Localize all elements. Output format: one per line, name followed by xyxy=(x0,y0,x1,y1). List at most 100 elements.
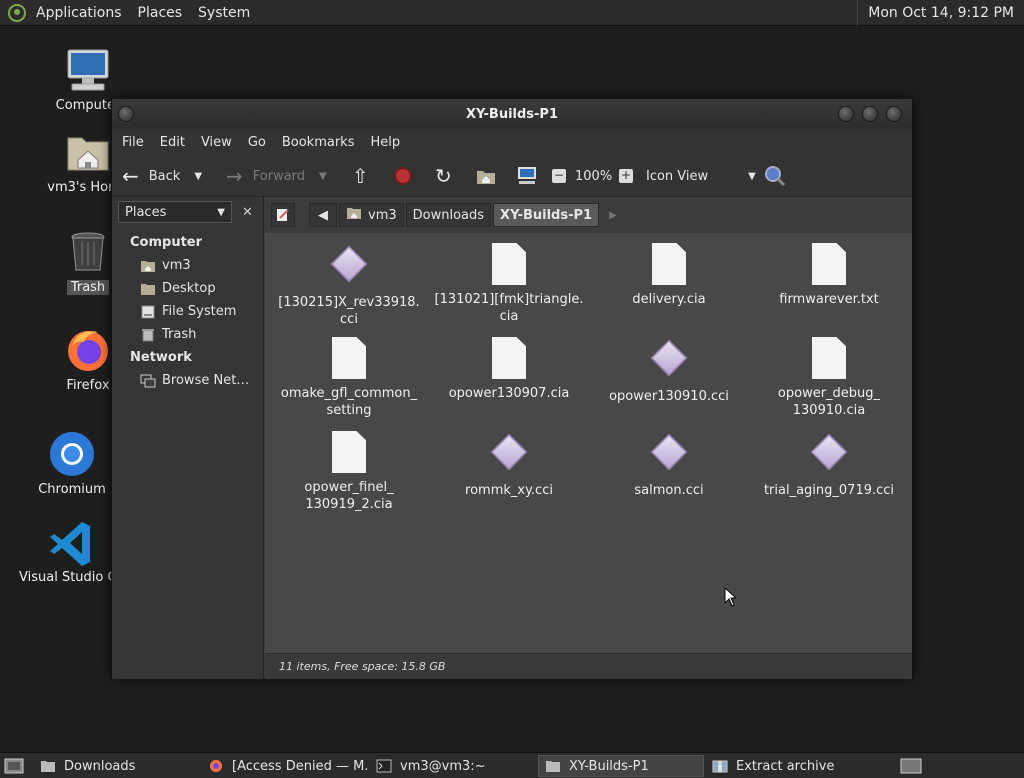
desktop-icon-vscode[interactable]: Visual Studio Code xyxy=(14,518,114,585)
file-item[interactable]: [130215]X_rev33918. cci xyxy=(269,243,429,328)
vscode-icon xyxy=(48,518,96,566)
breadcrumb-scroll-left-icon[interactable]: ◀ xyxy=(309,203,337,227)
zoom-out-icon: − xyxy=(552,168,566,183)
menu-view[interactable]: View xyxy=(193,135,240,150)
sidebar-item-trash[interactable]: Trash xyxy=(112,323,263,346)
desktop-icon-chromium[interactable]: Chromium xyxy=(22,430,122,497)
menu-edit[interactable]: Edit xyxy=(152,135,193,150)
zoom-out-button[interactable]: − xyxy=(552,161,566,191)
window-menu-icon[interactable] xyxy=(118,106,134,122)
file-item[interactable]: rommk_xy.cci xyxy=(429,431,589,499)
file-name: opower_finel_ 130919_2.cia xyxy=(304,480,394,512)
sidebar-item-label: Trash xyxy=(162,327,197,342)
system-menu[interactable]: System xyxy=(190,5,258,21)
menu-bookmarks[interactable]: Bookmarks xyxy=(274,135,363,150)
sidebar-section-network: Network xyxy=(130,350,192,365)
home-icon xyxy=(140,259,156,273)
file-name: opower130907.cia xyxy=(448,386,570,401)
zoom-in-button[interactable]: + xyxy=(619,161,633,191)
breadcrumb-downloads[interactable]: Downloads xyxy=(405,203,492,227)
folder-icon xyxy=(545,759,561,773)
desktop-icon-label: Visual Studio Code xyxy=(19,570,114,585)
sidebar-item-label: Browse Net… xyxy=(162,373,250,388)
zoom-level[interactable]: 100% xyxy=(575,161,612,191)
sidebar-header: Places ▼ ✕ xyxy=(112,197,263,227)
view-mode-dropdown-icon: ▼ xyxy=(748,170,756,182)
rom-file-icon xyxy=(330,245,368,288)
distro-logo-icon[interactable] xyxy=(8,3,26,22)
edit-location-icon[interactable] xyxy=(271,203,295,227)
places-menu[interactable]: Places xyxy=(130,5,191,21)
file-name: [130215]X_rev33918. cci xyxy=(278,295,420,327)
home-icon[interactable] xyxy=(476,161,496,191)
forward-button[interactable]: → Forward ▼ xyxy=(226,161,327,191)
file-name: trial_aging_0719.cci xyxy=(763,483,895,498)
file-item[interactable]: opower130910.cci xyxy=(589,337,749,405)
rom-file-icon xyxy=(810,433,848,476)
breadcrumb-scroll-right-icon[interactable]: ▶ xyxy=(609,210,617,221)
up-icon[interactable]: ⇧ xyxy=(352,161,369,191)
menu-help[interactable]: Help xyxy=(362,135,408,150)
view-mode-label: Icon View xyxy=(646,168,709,184)
desktop-icon xyxy=(140,282,156,296)
desktop-icon-label: Trash xyxy=(66,280,110,295)
places-select-label: Places xyxy=(125,204,167,220)
places-select[interactable]: Places ▼ xyxy=(118,201,232,223)
mouse-cursor-icon xyxy=(724,587,736,607)
maximize-button[interactable] xyxy=(862,106,878,122)
terminal-icon xyxy=(376,759,392,773)
show-desktop-icon[interactable] xyxy=(0,755,30,777)
task-xy-builds[interactable]: XY-Builds-P1 xyxy=(538,755,704,777)
breadcrumb-current[interactable]: XY-Builds-P1 xyxy=(493,203,600,227)
stop-icon[interactable] xyxy=(394,161,412,191)
back-button[interactable]: ← Back ▼ xyxy=(122,161,202,191)
places-dropdown-icon: ▼ xyxy=(217,206,225,218)
file-icon-view[interactable]: [130215]X_rev33918. cci [131021][fmk]tria… xyxy=(265,233,912,653)
computer-icon[interactable] xyxy=(516,161,538,191)
file-item[interactable]: opower_debug_ 130910.cia xyxy=(749,337,909,419)
sidebar-item-browse-network[interactable]: Browse Net… xyxy=(112,369,263,392)
task-downloads[interactable]: Downloads xyxy=(34,755,198,777)
chromium-icon xyxy=(48,430,96,478)
file-name: opower130910.cci xyxy=(609,389,729,404)
menu-go[interactable]: Go xyxy=(240,135,274,150)
file-item[interactable]: omake_gfl_common_ setting xyxy=(269,337,429,419)
folder-icon xyxy=(40,759,56,773)
workspace-switcher-icon[interactable] xyxy=(896,755,928,777)
reload-icon[interactable]: ↻ xyxy=(435,161,452,191)
forward-dropdown-icon[interactable]: ▼ xyxy=(319,171,327,182)
applications-menu[interactable]: Applications xyxy=(28,5,130,21)
drive-icon xyxy=(140,305,156,319)
search-icon[interactable] xyxy=(764,161,786,191)
firefox-icon xyxy=(208,759,224,773)
window-titlebar[interactable]: XY-Builds-P1 xyxy=(112,99,912,129)
task-label: XY-Builds-P1 xyxy=(569,758,649,774)
document-file-icon xyxy=(811,337,847,379)
minimize-button[interactable] xyxy=(838,106,854,122)
task-extract-archive[interactable]: Extract archive xyxy=(706,755,876,777)
file-item[interactable]: salmon.cci xyxy=(589,431,749,499)
breadcrumb-label: vm3 xyxy=(368,207,397,223)
sidebar-item-vm3[interactable]: vm3 xyxy=(112,254,263,277)
sidebar-item-file-system[interactable]: File System xyxy=(112,300,263,323)
clock[interactable]: Mon Oct 14, 9:12 PM xyxy=(857,0,1024,26)
forward-arrow-icon: → xyxy=(226,164,243,188)
sidebar-item-desktop[interactable]: Desktop xyxy=(112,277,263,300)
task-firefox[interactable]: [Access Denied — M... xyxy=(202,755,368,777)
task-terminal[interactable]: vm3@vm3:~ xyxy=(370,755,534,777)
menubar: File Edit View Go Bookmarks Help xyxy=(112,129,912,155)
file-item[interactable]: opower_finel_ 130919_2.cia xyxy=(269,431,429,513)
menu-file[interactable]: File xyxy=(114,135,152,150)
back-dropdown-icon[interactable]: ▼ xyxy=(194,171,202,182)
close-sidebar-icon[interactable]: ✕ xyxy=(242,205,253,220)
file-item[interactable]: opower130907.cia xyxy=(429,337,589,402)
view-mode-select[interactable]: Icon View ▼ xyxy=(646,161,756,191)
home-folder-icon xyxy=(64,128,112,176)
file-item[interactable]: delivery.cia xyxy=(589,243,749,308)
file-item[interactable]: [131021][fmk]triangle. cia xyxy=(429,243,589,325)
desktop-icon-label: Chromium xyxy=(38,482,106,497)
breadcrumb-vm3[interactable]: vm3 xyxy=(339,203,404,227)
file-item[interactable]: trial_aging_0719.cci xyxy=(749,431,909,499)
close-button[interactable] xyxy=(886,106,902,122)
file-item[interactable]: firmwarever.txt xyxy=(749,243,909,308)
